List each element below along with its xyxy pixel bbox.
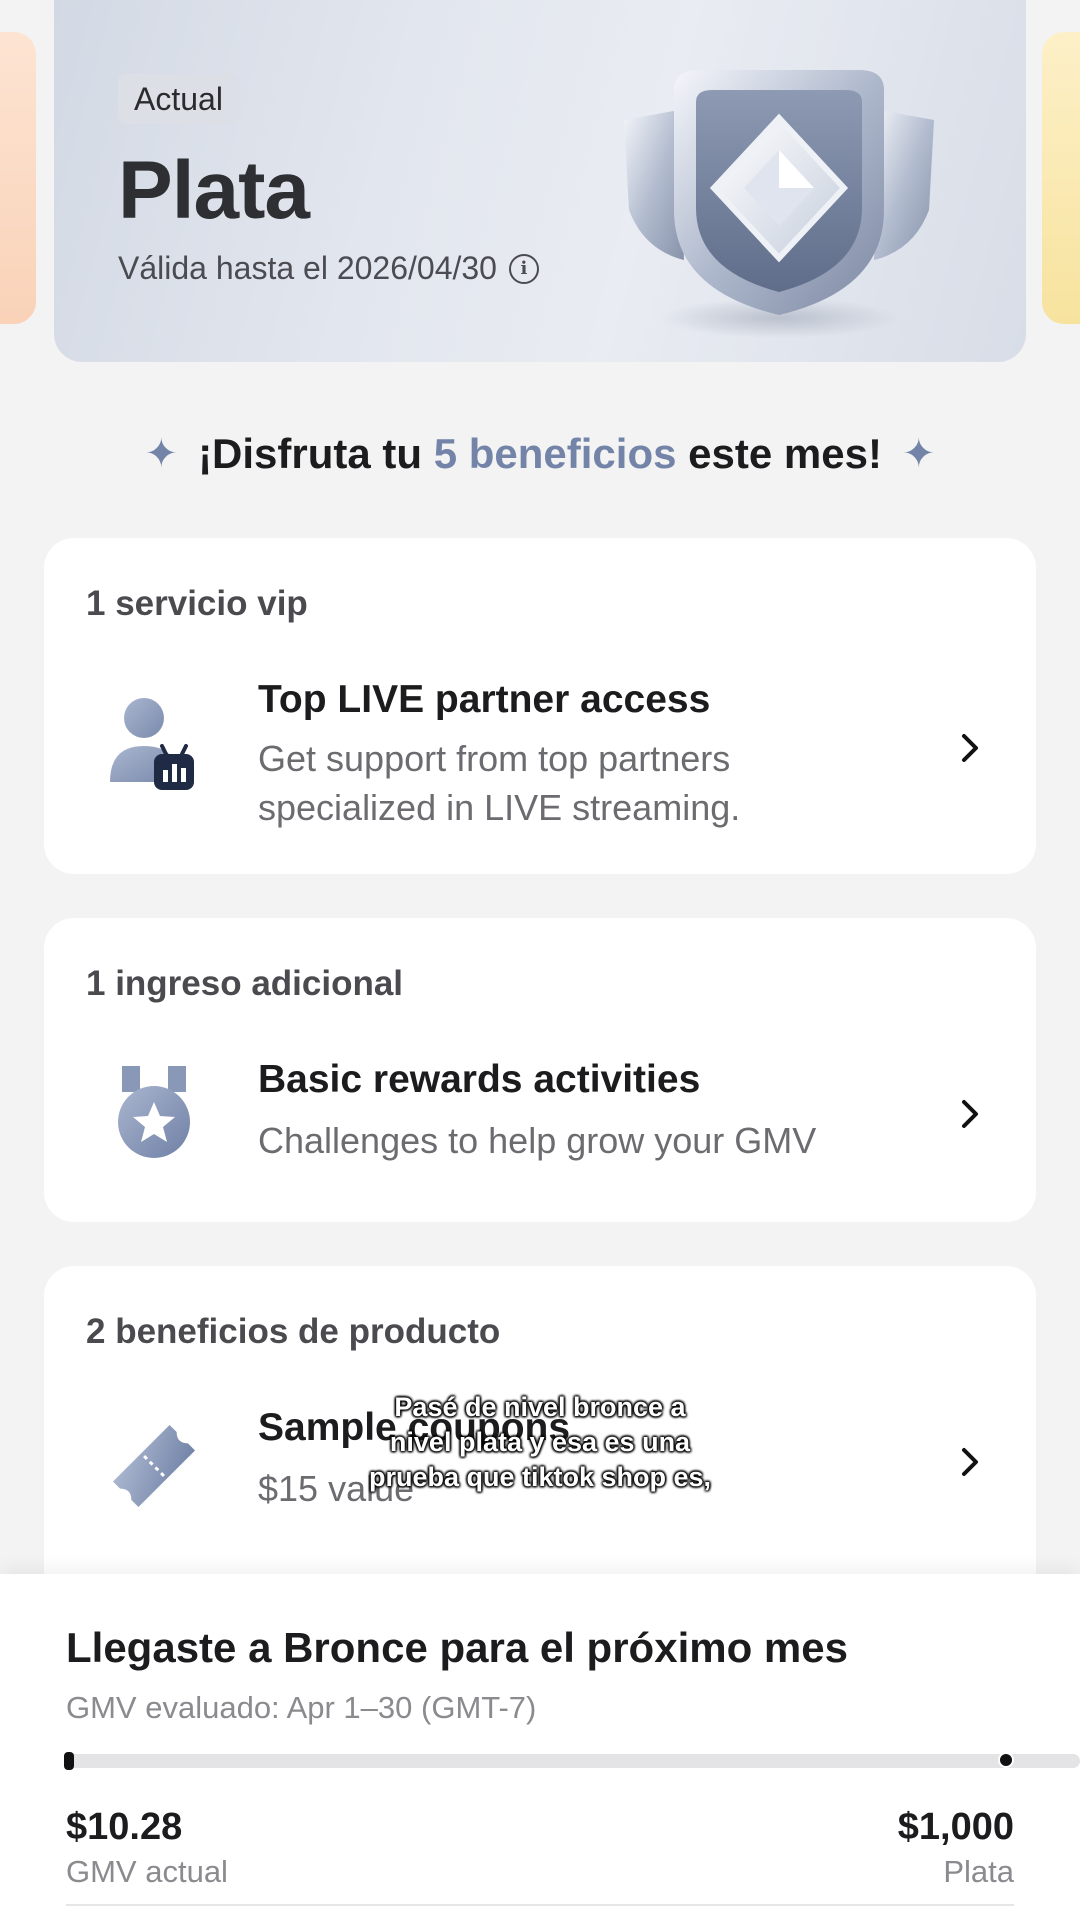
benefits-count: 5 beneficios xyxy=(433,430,677,477)
benefit-item-basic-rewards[interactable]: Basic rewards activities Challenges to h… xyxy=(44,1028,1036,1198)
benefit-description: Challenges to help grow your GMV xyxy=(258,1120,817,1161)
section-title: 1 ingreso adicional xyxy=(86,964,404,1003)
progress-title: Llegaste a Bronce para el próximo mes xyxy=(66,1624,848,1671)
sparkle-right-icon: ✦ xyxy=(901,432,936,476)
progress-bottom-sheet: Llegaste a Bronce para el próximo mes GM… xyxy=(0,1574,1080,1920)
benefits-heading-text: ¡Disfruta tu 5 beneficios este mes! xyxy=(198,430,882,477)
progress-target-marker xyxy=(998,1752,1014,1768)
video-caption-overlay: Pasé de nivel bronce a nivel plata y esa… xyxy=(330,1390,750,1495)
current-gmv-label: GMV actual xyxy=(66,1854,228,1889)
section-title: 1 servicio vip xyxy=(86,584,308,623)
caption-line: Pasé de nivel bronce a xyxy=(394,1392,686,1422)
chevron-right-icon xyxy=(962,1100,978,1128)
caption-line: prueba que tiktok shop es, xyxy=(368,1462,712,1492)
benefit-title: Basic rewards activities xyxy=(258,1058,701,1101)
validity-text: Válida hasta el 2026/04/30 xyxy=(118,250,497,286)
target-gmv-amount: $1,000 xyxy=(897,1806,1014,1848)
target-tier-label: Plata xyxy=(943,1854,1014,1889)
evaluation-period: GMV evaluado: Apr 1–30 (GMT-7) xyxy=(66,1690,537,1725)
progress-track xyxy=(66,1754,1080,1768)
next-tier-card-peek[interactable] xyxy=(1042,32,1080,324)
benefits-heading: ✦ ¡Disfruta tu 5 beneficios este mes! ✦ xyxy=(0,430,1080,478)
live-partner-icon xyxy=(110,698,194,790)
benefit-description-line1: Get support from top partners xyxy=(258,738,731,779)
benefit-description-line2: specialized in LIVE streaming. xyxy=(258,787,741,828)
current-tier-card: Actual Plata Válida hasta el 2026/04/30 … xyxy=(54,0,1026,362)
ticket-icon xyxy=(112,1424,196,1508)
prev-tier-card-peek[interactable] xyxy=(0,32,36,324)
vip-service-card: 1 servicio vip Top LIVE partner access G… xyxy=(44,538,1036,874)
progress-start-marker xyxy=(64,1752,74,1770)
tier-name: Plata xyxy=(118,145,310,236)
benefit-title: Top LIVE partner access xyxy=(258,678,711,721)
section-title: 2 beneficios de producto xyxy=(86,1312,501,1351)
sparkle-left-icon: ✦ xyxy=(144,432,179,476)
medal-icon xyxy=(118,1066,190,1158)
info-icon[interactable]: i xyxy=(508,253,539,284)
divider xyxy=(66,1904,1014,1906)
current-tier-badge: Actual xyxy=(118,74,239,124)
chevron-right-icon xyxy=(962,1448,978,1476)
caption-line: nivel plata y esa es una xyxy=(389,1427,691,1457)
chevron-right-icon xyxy=(962,734,978,762)
additional-income-card: 1 ingreso adicional Basic rewards activi… xyxy=(44,918,1036,1222)
current-gmv-amount: $10.28 xyxy=(66,1806,183,1848)
benefit-item-live-partner[interactable]: Top LIVE partner access Get support from… xyxy=(44,648,1036,848)
validity-row: Válida hasta el 2026/04/30 i xyxy=(118,250,539,287)
silver-shield-badge-icon xyxy=(624,70,934,338)
